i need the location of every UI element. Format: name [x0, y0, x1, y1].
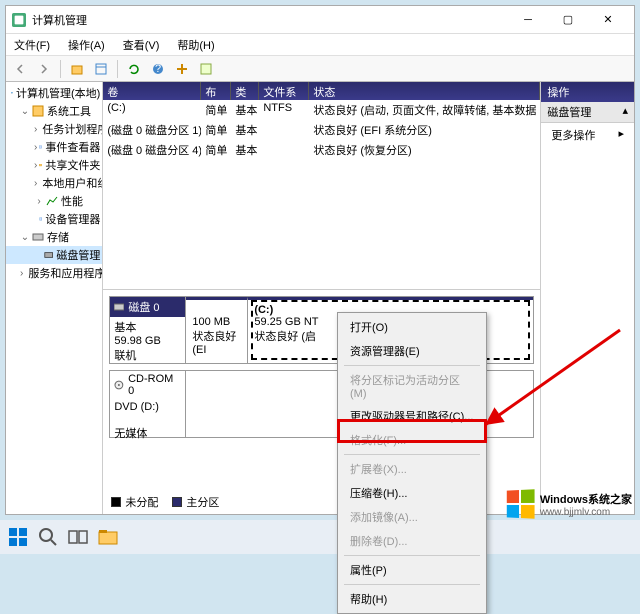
- col-status[interactable]: 状态: [309, 82, 540, 100]
- actions-section: 磁盘管理▴: [541, 102, 634, 123]
- taskbar: [0, 520, 640, 554]
- titlebar: 计算机管理 ─ ▢ ✕: [6, 6, 634, 34]
- tree-shared-folders[interactable]: ›共享文件夹: [6, 156, 102, 174]
- refresh-button[interactable]: [124, 59, 144, 79]
- menu-help[interactable]: 帮助(H): [173, 35, 218, 55]
- ctx-format: 格式化(F)...: [340, 428, 484, 452]
- actions-more[interactable]: 更多操作▸: [541, 123, 634, 147]
- disk-icon: [114, 302, 124, 312]
- mmc-window: 计算机管理 ─ ▢ ✕ 文件(F) 操作(A) 查看(V) 帮助(H) ? 计算…: [5, 5, 635, 515]
- help-button[interactable]: ?: [148, 59, 168, 79]
- menu-view[interactable]: 查看(V): [119, 35, 164, 55]
- tree-disk-management[interactable]: 磁盘管理: [6, 246, 102, 264]
- action-button[interactable]: [196, 59, 216, 79]
- chevron-up-icon[interactable]: ▴: [622, 104, 628, 120]
- cdrom-0-label[interactable]: CD-ROM 0 DVD (D:) 无媒体: [110, 371, 186, 437]
- ctx-separator: [344, 454, 480, 455]
- explorer-icon[interactable]: [96, 525, 120, 549]
- volume-row[interactable]: (磁盘 0 磁盘分区 1) 简单 基本 状态良好 (EFI 系统分区): [103, 120, 540, 140]
- minimize-button[interactable]: ─: [508, 8, 548, 32]
- ctx-properties[interactable]: 属性(P): [340, 558, 484, 582]
- actions-title: 操作: [541, 82, 634, 102]
- up-button[interactable]: [67, 59, 87, 79]
- ctx-delete: 删除卷(D)...: [340, 529, 484, 553]
- actions-panel: 操作 磁盘管理▴ 更多操作▸: [541, 82, 634, 514]
- legend-unallocated: 未分配: [111, 494, 158, 510]
- forward-button[interactable]: [34, 59, 54, 79]
- tools-icon: [32, 105, 44, 117]
- tree-root[interactable]: 计算机管理(本地): [6, 84, 102, 102]
- folder-icon: [39, 159, 42, 171]
- menu-file[interactable]: 文件(F): [10, 35, 54, 55]
- ctx-change-letter[interactable]: 更改驱动器号和路径(C)...: [340, 404, 484, 428]
- ctx-mark-active: 将分区标记为活动分区(M): [340, 368, 484, 404]
- separator: [117, 60, 118, 78]
- toolbar: ?: [6, 56, 634, 82]
- ctx-shrink[interactable]: 压缩卷(H)...: [340, 481, 484, 505]
- app-icon: [12, 13, 26, 27]
- menubar: 文件(F) 操作(A) 查看(V) 帮助(H): [6, 34, 634, 56]
- svg-text:?: ?: [155, 63, 161, 75]
- watermark-url: www.bjjmlv.com: [540, 507, 632, 518]
- close-button[interactable]: ✕: [588, 8, 628, 32]
- volume-row[interactable]: (C:) 简单 基本 NTFS 状态良好 (启动, 页面文件, 故障转储, 基本…: [103, 100, 540, 120]
- tree-local-users[interactable]: ›本地用户和组: [6, 174, 102, 192]
- menu-action[interactable]: 操作(A): [64, 35, 109, 55]
- taskview-icon[interactable]: [66, 525, 90, 549]
- storage-icon: [32, 231, 44, 243]
- maximize-button[interactable]: ▢: [548, 8, 588, 32]
- partition-efi[interactable]: 100 MB 状态良好 (EI: [186, 297, 248, 363]
- event-icon: [39, 141, 42, 153]
- disk-icon: [44, 249, 53, 261]
- search-icon[interactable]: [36, 525, 60, 549]
- device-icon: [39, 213, 42, 225]
- legend: 未分配 主分区: [111, 494, 219, 510]
- tree-panel: 计算机管理(本地) ⌄系统工具 ›任务计划程序 ›事件查看器 ›共享文件夹 ›本…: [6, 82, 103, 514]
- computer-icon: [11, 87, 13, 99]
- watermark: Windows系统之家 www.bjjmlv.com: [506, 490, 632, 518]
- separator: [60, 60, 61, 78]
- tree-performance[interactable]: ›性能: [6, 192, 102, 210]
- view-button[interactable]: [91, 59, 111, 79]
- start-button[interactable]: [6, 525, 30, 549]
- col-type[interactable]: 类型: [231, 82, 259, 100]
- ctx-separator: [344, 584, 480, 585]
- back-button[interactable]: [10, 59, 30, 79]
- tree-device-manager[interactable]: 设备管理器: [6, 210, 102, 228]
- ctx-extend: 扩展卷(X)...: [340, 457, 484, 481]
- cdrom-icon: [114, 380, 124, 390]
- tree-event-viewer[interactable]: ›事件查看器: [6, 138, 102, 156]
- legend-primary: 主分区: [172, 494, 219, 510]
- windows-logo-icon: [507, 489, 535, 518]
- body: 计算机管理(本地) ⌄系统工具 ›任务计划程序 ›事件查看器 ›共享文件夹 ›本…: [6, 82, 634, 514]
- perf-icon: [46, 195, 58, 207]
- ctx-open[interactable]: 打开(O): [340, 315, 484, 339]
- ctx-separator: [344, 365, 480, 366]
- tree-system-tools[interactable]: ⌄系统工具: [6, 102, 102, 120]
- disk-0-label[interactable]: 磁盘 0 基本 59.98 GB 联机: [110, 297, 186, 363]
- settings-button[interactable]: [172, 59, 192, 79]
- col-filesystem[interactable]: 文件系统: [259, 82, 309, 100]
- volume-row[interactable]: (磁盘 0 磁盘分区 4) 简单 基本 状态良好 (恢复分区): [103, 140, 540, 160]
- window-title: 计算机管理: [32, 12, 508, 28]
- col-layout[interactable]: 布局: [201, 82, 231, 100]
- ctx-mirror: 添加镜像(A)...: [340, 505, 484, 529]
- tree-services[interactable]: ›服务和应用程序: [6, 264, 102, 282]
- watermark-title: Windows系统之家: [540, 491, 632, 507]
- ctx-help[interactable]: 帮助(H): [340, 587, 484, 611]
- tree-task-scheduler[interactable]: ›任务计划程序: [6, 120, 102, 138]
- volume-list: (C:) 简单 基本 NTFS 状态良好 (启动, 页面文件, 故障转储, 基本…: [103, 100, 540, 290]
- volume-list-header: 卷 布局 类型 文件系统 状态: [103, 82, 540, 100]
- chevron-right-icon: ▸: [618, 127, 624, 143]
- ctx-explorer[interactable]: 资源管理器(E): [340, 339, 484, 363]
- tree-storage[interactable]: ⌄存储: [6, 228, 102, 246]
- col-volume[interactable]: 卷: [103, 82, 201, 100]
- ctx-separator: [344, 555, 480, 556]
- context-menu: 打开(O) 资源管理器(E) 将分区标记为活动分区(M) 更改驱动器号和路径(C…: [337, 312, 487, 614]
